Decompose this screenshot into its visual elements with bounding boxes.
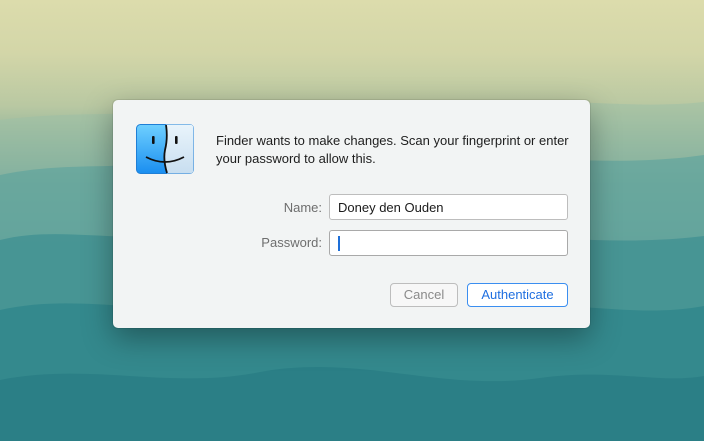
text-caret bbox=[338, 236, 340, 251]
authentication-dialog: Finder wants to make changes. Scan your … bbox=[113, 100, 590, 328]
name-field[interactable] bbox=[329, 194, 568, 220]
password-field[interactable] bbox=[329, 230, 568, 256]
name-label: Name: bbox=[283, 200, 322, 215]
finder-icon bbox=[136, 124, 194, 174]
authenticate-button[interactable]: Authenticate bbox=[467, 283, 568, 307]
cancel-button[interactable]: Cancel bbox=[390, 283, 458, 307]
dialog-message: Finder wants to make changes. Scan your … bbox=[216, 133, 569, 166]
password-label: Password: bbox=[261, 235, 322, 250]
